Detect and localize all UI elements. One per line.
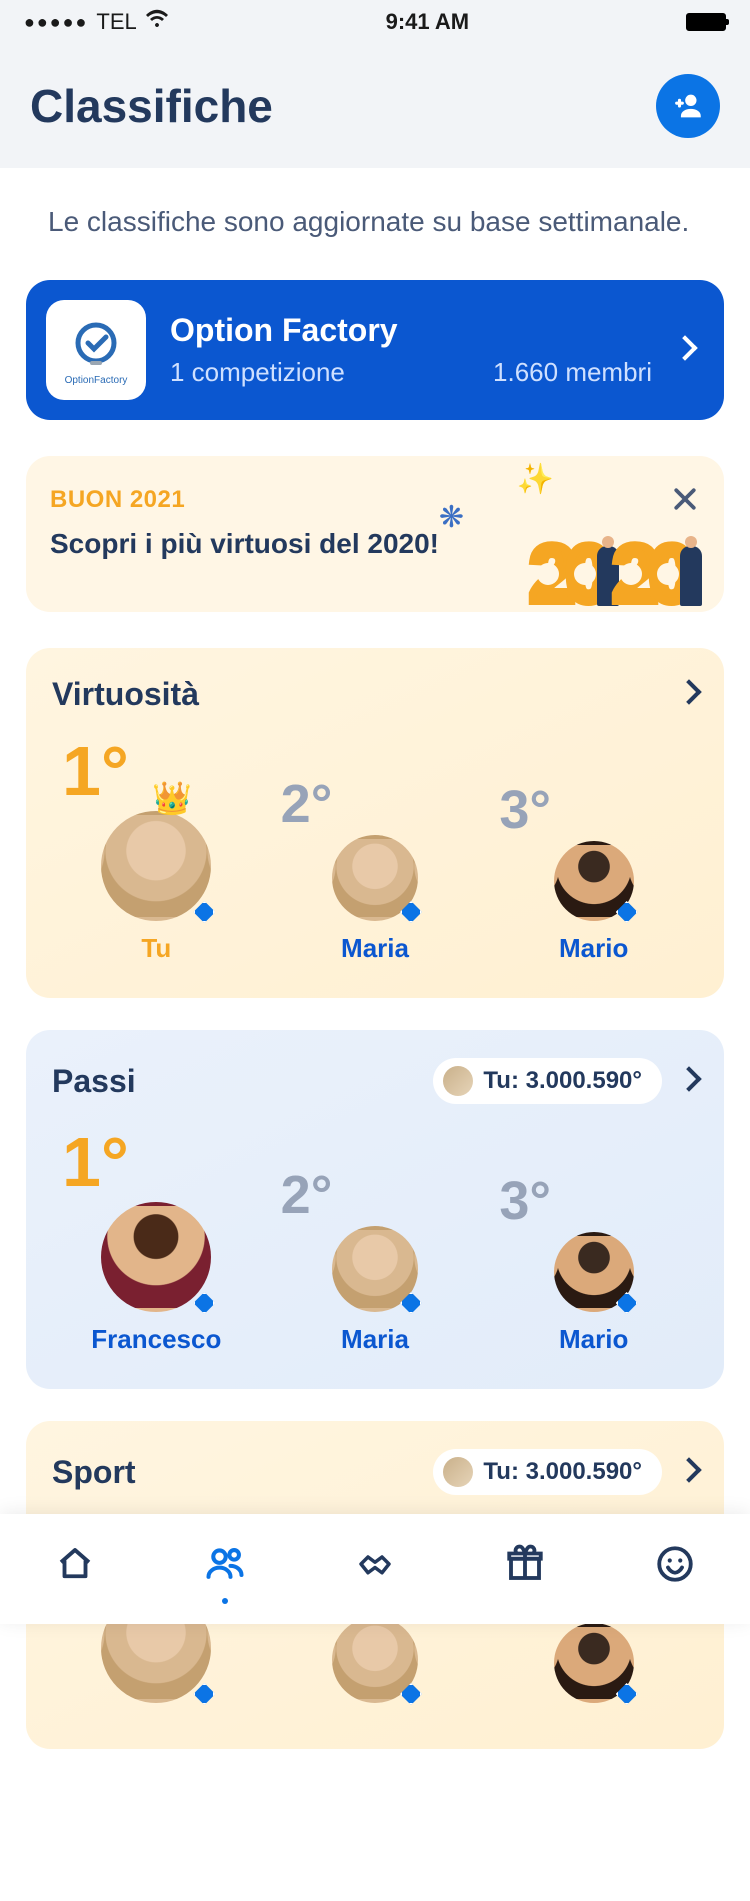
home-icon	[54, 1543, 96, 1585]
entry-name: Maria	[341, 1324, 409, 1355]
rank-label: 1°	[62, 1122, 129, 1202]
chevron-right-icon	[680, 683, 698, 706]
app-header: Classifiche	[0, 44, 750, 168]
content-area: Le classifiche sono aggiornate su base s…	[0, 168, 750, 1901]
your-rank-text: Tu: 3.000.590°	[483, 1067, 642, 1095]
page-title: Classifiche	[30, 79, 273, 133]
verified-badge-icon	[193, 901, 215, 923]
avatar	[101, 1202, 211, 1312]
verified-badge-icon	[193, 1683, 215, 1705]
avatar-wrap	[101, 1202, 211, 1312]
bottom-nav	[0, 1514, 750, 1624]
rank-label: 3°	[499, 1170, 551, 1232]
leaderboard-header: Sport Tu: 3.000.590°	[52, 1449, 698, 1495]
leaderboard-row: 1° 👑 Tu 2° Maria 3° Mario	[52, 731, 698, 964]
your-rank-pill: Tu: 3.000.590°	[433, 1058, 662, 1104]
leaderboard-title: Passi	[52, 1063, 136, 1100]
organization-logo: OptionFactory	[46, 300, 146, 400]
avatar	[101, 811, 211, 921]
handshake-icon	[354, 1543, 396, 1585]
leaderboard-entry[interactable]: 3° Mario	[489, 1170, 698, 1355]
close-button[interactable]	[670, 484, 700, 519]
battery-icon	[686, 13, 726, 31]
nav-smile[interactable]	[645, 1534, 705, 1594]
carrier-label: TEL	[96, 9, 136, 35]
firework-icon: ❋	[439, 500, 464, 535]
add-user-icon	[671, 89, 705, 123]
avatar-wrap	[101, 811, 211, 921]
leaderboard-title: Virtuosità	[52, 676, 199, 713]
your-rank-text: Tu: 3.000.590°	[483, 1458, 642, 1486]
organization-competitions: 1 competizione	[170, 357, 345, 388]
entry-name: Mario	[559, 1324, 628, 1355]
leaderboard-entry[interactable]: 1° 👑 Tu	[52, 731, 261, 964]
leaderboard-entry[interactable]: 3° Mario	[489, 779, 698, 964]
close-icon	[670, 484, 700, 514]
verified-badge-icon	[193, 1292, 215, 1314]
organization-name: Option Factory	[170, 312, 652, 349]
people-icon	[203, 1542, 247, 1586]
leaderboard-card[interactable]: Virtuosità 1° 👑 Tu 2° Maria 3° Mario	[26, 648, 724, 998]
nav-handshake[interactable]	[345, 1534, 405, 1594]
avatar-wrap	[554, 1623, 634, 1703]
leaderboard-entry[interactable]: 2° Maria	[271, 773, 480, 964]
avatar-wrap	[554, 841, 634, 921]
avatar-mini	[443, 1457, 473, 1487]
gift-icon	[504, 1543, 546, 1585]
signal-dots-icon: ●●●●●	[24, 12, 88, 33]
rank-label: 2°	[281, 1164, 333, 1226]
chevron-right-icon	[680, 1461, 698, 1484]
avatar-wrap	[332, 1226, 418, 1312]
organization-members: 1.660 membri	[493, 357, 652, 388]
rank-label: 1°	[62, 731, 129, 811]
organization-card[interactable]: OptionFactory Option Factory 1 competizi…	[26, 280, 724, 420]
your-rank-pill: Tu: 3.000.590°	[433, 1449, 662, 1495]
leaderboard-row: 1° Francesco 2° Maria 3° Mario	[52, 1122, 698, 1355]
clock-label: 9:41 AM	[386, 9, 470, 35]
leaderboard-header: Passi Tu: 3.000.590°	[52, 1058, 698, 1104]
rank-label: 3°	[499, 779, 551, 841]
entry-name: Francesco	[91, 1324, 221, 1355]
wifi-icon	[145, 9, 169, 35]
entry-name: Tu	[141, 933, 171, 964]
leaderboard-title: Sport	[52, 1454, 136, 1491]
entry-name: Maria	[341, 933, 409, 964]
avatar-mini	[443, 1066, 473, 1096]
organization-logo-label: OptionFactory	[65, 375, 128, 386]
add-user-button[interactable]	[656, 74, 720, 138]
promo-banner[interactable]: ✨ ❋ BUON 2021 Scopri i più virtuosi del …	[26, 456, 724, 612]
avatar-wrap	[332, 835, 418, 921]
leaderboard-entry[interactable]: 2° Maria	[271, 1164, 480, 1355]
nav-home[interactable]	[45, 1534, 105, 1594]
subtitle-text: Le classifiche sono aggiornate su base s…	[26, 206, 724, 238]
leaderboard-entry[interactable]: 1° Francesco	[52, 1122, 261, 1355]
leaderboard-header: Virtuosità	[52, 676, 698, 713]
leaderboard-card[interactable]: Passi Tu: 3.000.590° 1° Francesco 2° Maria 3° M…	[26, 1030, 724, 1389]
status-bar: ●●●●● TEL 9:41 AM	[0, 0, 750, 44]
nav-gift[interactable]	[495, 1534, 555, 1594]
entry-name: Mario	[559, 933, 628, 964]
avatar-wrap	[332, 1617, 418, 1703]
chevron-right-icon	[676, 339, 694, 362]
nav-people[interactable]	[195, 1534, 255, 1594]
avatar-wrap	[554, 1232, 634, 1312]
rank-label: 2°	[281, 773, 333, 835]
chevron-right-icon	[680, 1070, 698, 1093]
firework-icon: ✨	[517, 462, 554, 497]
promo-label: BUON 2021	[50, 486, 700, 514]
smile-icon	[654, 1543, 696, 1585]
promo-illustration: 20 20	[530, 542, 696, 606]
crown-icon: 👑	[152, 779, 192, 817]
